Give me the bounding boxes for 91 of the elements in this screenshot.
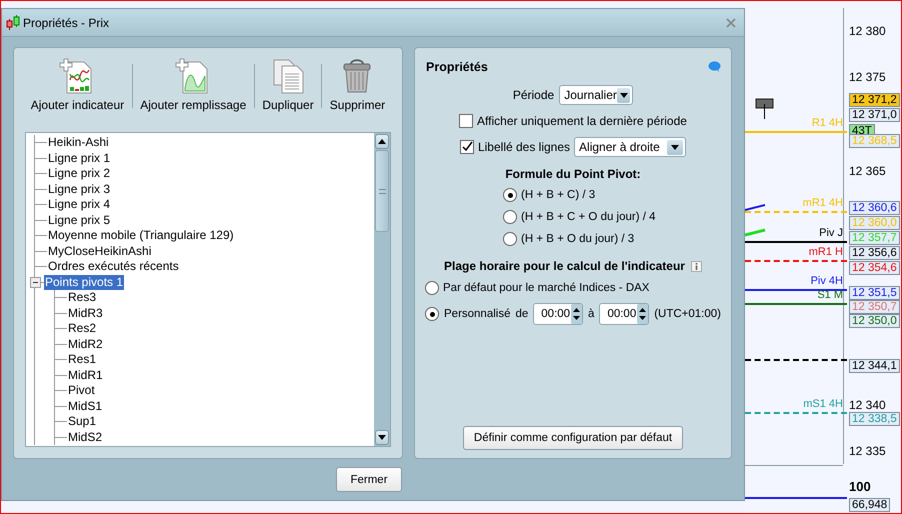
period-dropdown[interactable]: Journalier — [559, 85, 634, 105]
caret-icon — [620, 92, 628, 98]
scrollbar[interactable] — [374, 133, 390, 446]
tree-item[interactable]: Heikin-Ashi — [47, 135, 110, 150]
line-label: Piv 4H — [810, 275, 843, 287]
time-spinner[interactable]: 00:00 — [599, 303, 650, 325]
tree-item[interactable]: Ligne prix 1 — [47, 150, 112, 166]
axis-tick-label: 12 375 — [849, 70, 886, 84]
toolbar-button[interactable]: Dupliquer — [258, 58, 318, 120]
trend-segments-drawing — [745, 204, 767, 238]
price-tag: 12 356,6 — [849, 246, 900, 260]
line-label: mR1 H — [808, 246, 843, 258]
checkbox[interactable] — [460, 140, 474, 154]
axis-tick-label: 12 380 — [849, 24, 886, 38]
spin-arrows-icon[interactable] — [571, 304, 582, 324]
up-arrow-icon[interactable] — [378, 139, 386, 144]
tree-item[interactable]: Moyenne mobile (Triangulaire 129) — [47, 228, 235, 244]
radio-button[interactable] — [503, 210, 517, 224]
field-label: à — [588, 308, 594, 320]
tree-item[interactable]: Ligne prix 3 — [47, 182, 112, 197]
radio-button[interactable] — [503, 232, 517, 246]
price-tag: 12 371,2 — [849, 93, 900, 107]
tree-item[interactable]: Res2 — [67, 321, 98, 336]
tree-item[interactable]: MidR1 — [67, 368, 104, 383]
field-label: Période — [512, 88, 554, 102]
price-tag: 12 338,5 — [849, 412, 900, 426]
tree-item[interactable]: Pivot — [67, 383, 96, 398]
line-label: Piv J — [819, 227, 843, 239]
checkbox[interactable] — [459, 114, 474, 128]
toolbar-button[interactable]: Ajouter indicateur — [26, 58, 128, 120]
field-label: de — [515, 308, 528, 320]
tree-item[interactable]: MidS2 — [67, 430, 104, 445]
tree-item[interactable]: Ligne prix 4 — [47, 197, 112, 212]
checkbox-label: Libellé des lignes — [478, 140, 570, 154]
radio-label: (H + B + C + O du jour) / 4 — [521, 211, 656, 223]
price-tag: 12 360,0 — [849, 216, 900, 230]
radio-label: Par défaut pour le marché Indices - DAX — [443, 282, 650, 294]
price-tag: 12 371,0 — [849, 108, 900, 122]
tree-item[interactable]: Points pivots 1 — [44, 274, 124, 290]
spin-arrows-icon[interactable] — [637, 304, 648, 324]
candlestick-icon — [755, 98, 775, 120]
tree-item[interactable]: MyCloseHeikinAshi — [47, 244, 152, 259]
radio-button[interactable] — [425, 307, 439, 321]
axis-tick-label: 12 335 — [849, 444, 886, 458]
price-tag: 12 354,6 — [849, 261, 900, 275]
radio-label: (H + B + O du jour) / 3 — [521, 233, 634, 245]
tree-item[interactable]: Ligne prix 2 — [47, 166, 112, 182]
price-tag: 12 344,1 — [849, 359, 900, 373]
price-tag: 12 368,5 — [849, 134, 900, 148]
timezone-label: (UTC+01:00) — [654, 308, 721, 320]
tree-item[interactable]: MidS1 — [67, 398, 104, 414]
tree-item[interactable]: Res3 — [67, 290, 98, 306]
price-tag: 12 357,7 — [849, 231, 900, 245]
checkbox-label: Afficher uniquement la dernière période — [477, 114, 687, 128]
tree-item[interactable]: Res1 — [67, 352, 98, 368]
axis-tick-label: 12 340 — [849, 398, 886, 412]
toolbar-button[interactable]: Ajouter remplissage — [136, 58, 250, 120]
radio-label: Personnalisé — [444, 308, 510, 320]
tree-item[interactable]: Ligne prix 5 — [47, 212, 112, 228]
toolbar-button[interactable]: Supprimer — [326, 58, 390, 120]
price-tag: 12 360,6 — [849, 201, 900, 215]
info-icon[interactable] — [690, 260, 702, 272]
radio-button[interactable] — [425, 281, 439, 295]
caret-icon — [671, 144, 680, 150]
set-default-button[interactable]: Définir comme configuration par défaut — [463, 426, 683, 450]
line-label: mS1 4H — [803, 398, 843, 410]
section-title: Formule du Point Pivot: — [504, 167, 642, 181]
tree-item[interactable]: MidR3 — [67, 306, 104, 321]
radio-button[interactable] — [503, 188, 517, 202]
price-tag: 12 351,5 — [849, 286, 900, 300]
axis-tick-label: 100 — [849, 479, 871, 494]
tree-item[interactable]: Sup1 — [67, 414, 98, 430]
line-label: R1 4H — [812, 117, 843, 129]
line-label: S1 M — [817, 289, 843, 301]
window-title: Propriétés - Prix — [23, 16, 110, 30]
axis-tick-label: 12 365 — [849, 164, 886, 178]
collapse-icon[interactable] — [30, 276, 41, 288]
price-tag: 12 350,0 — [849, 314, 900, 328]
section-title: Plage horaire pour le calcul de l'indicateur — [444, 259, 685, 273]
panel-title: Propriétés — [426, 60, 488, 74]
candlestick-icon — [6, 14, 20, 30]
alignment-dropdown[interactable]: Aligner à droite — [574, 137, 686, 157]
down-arrow-icon[interactable] — [378, 435, 386, 440]
line-label: mR1 4H — [802, 197, 843, 209]
time-spinner[interactable]: 00:00 — [533, 303, 584, 325]
tree-item[interactable]: MidR2 — [67, 336, 104, 352]
close-button[interactable]: Fermer — [336, 467, 402, 492]
price-tag: 12 350,7 — [849, 300, 900, 314]
price-tag: 66,948 — [849, 498, 890, 512]
radio-label: (H + B + C) / 3 — [521, 189, 596, 201]
tree-item[interactable]: Ordres exécutés récents — [47, 259, 180, 274]
